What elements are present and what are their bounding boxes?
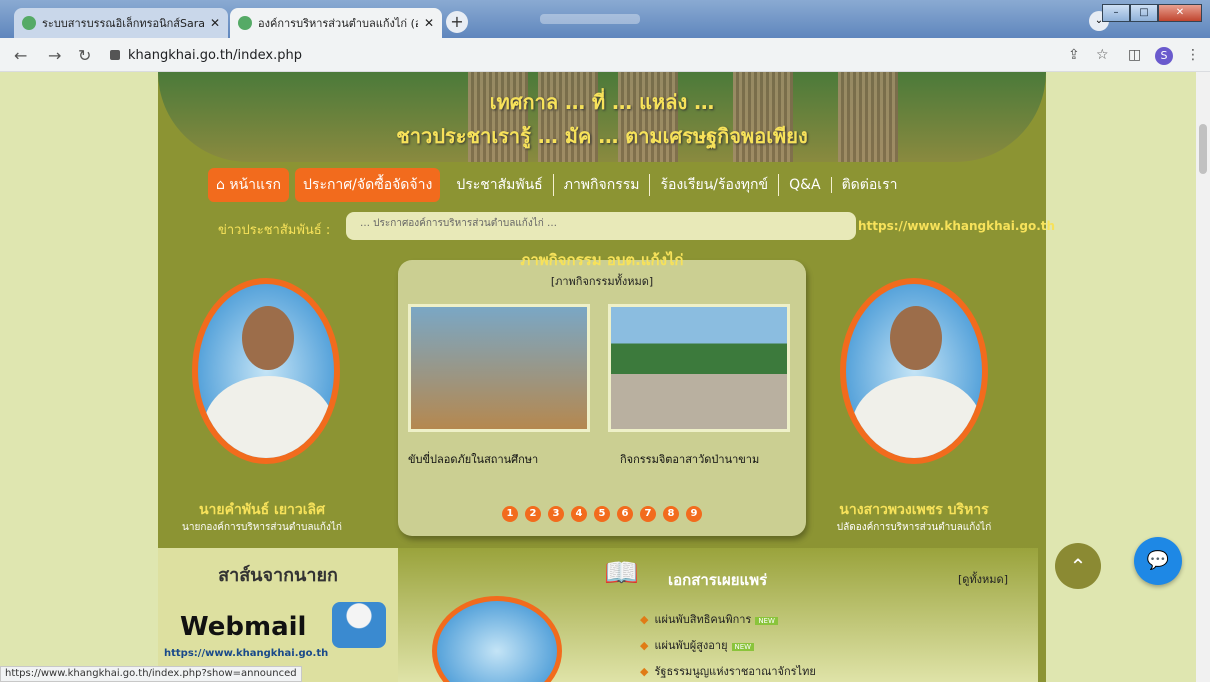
address-bar[interactable]: khangkhai.go.th/index.php [110, 44, 1050, 66]
diamond-bullet-icon: ◆ [640, 639, 649, 652]
new-tab-button[interactable]: + [446, 11, 468, 33]
site-url-link[interactable]: https://www.khangkhai.go.th [858, 219, 1055, 233]
new-badge: NEW [731, 643, 755, 651]
documents-title: เอกสารเผยแพร่ [668, 571, 768, 589]
window-title [540, 14, 640, 24]
documents-section: 📖 เอกสารเผยแพร่ [ดูทั้งหมด] ◆ แผ่นพับสิทธ… [398, 548, 1038, 682]
left-sidebar: สาส์นจากนายก Webmail https://www.khangkh… [158, 548, 398, 682]
news-label: ข่าวประชาสัมพันธ์ : [218, 223, 331, 238]
pager-page[interactable]: 2 [525, 506, 541, 522]
gallery-photo-1[interactable] [408, 304, 590, 432]
tab-label: องค์การบริหารส่วนตำบลแก้งไก่ (อบต.แ [258, 17, 418, 30]
list-item[interactable]: ◆ แผ่นพับผู้สูงอายุ NEW [640, 636, 816, 662]
activity-gallery: ภาพกิจกรรม อบต.แก้งไก่ [ภาพกิจกรรมทั้งหม… [398, 251, 806, 536]
staff-portrait[interactable] [432, 596, 562, 682]
news-ticker-row: ข่าวประชาสัมพันธ์ : … ประกาศองค์การบริหา… [218, 211, 1055, 241]
webmail-url[interactable]: https://www.khangkhai.go.th [164, 648, 328, 659]
site-container: เทศกาล … ที่ … แหล่ง … ชาวประชาเรารู้ … … [158, 72, 1055, 682]
open-book-icon: 📖 [604, 556, 639, 589]
pager-page[interactable]: 8 [663, 506, 679, 522]
forward-icon[interactable]: → [48, 46, 61, 65]
scroll-thumb[interactable] [1199, 124, 1207, 174]
tab-strip: ระบบสารบรรณอิเล็กทรอนิกส์Saraban ✕ องค์ก… [0, 0, 1210, 38]
banner-slogan-line1: เทศกาล … ที่ … แหล่ง … [489, 90, 715, 114]
pager-page[interactable]: 5 [594, 506, 610, 522]
nav-contact[interactable]: ติดต่อเรา [832, 174, 908, 196]
banner-slogan-line2: ชาวประชาเรารู้ … มัค … ตามเศรษฐกิจพอเพีย… [396, 124, 808, 148]
gallery-photo-2[interactable] [608, 304, 790, 432]
chat-button[interactable]: 💬 [1134, 537, 1182, 585]
mayor-portrait[interactable] [192, 278, 340, 464]
nav-qa[interactable]: Q&A [779, 177, 832, 193]
close-window-button[interactable]: ✕ [1158, 4, 1202, 22]
side-panel-icon[interactable]: ◫ [1128, 47, 1141, 63]
address-text: khangkhai.go.th/index.php [128, 47, 302, 63]
gallery-title: ภาพกิจกรรม อบต.แก้งไก่ [520, 251, 684, 269]
maximize-button[interactable]: □ [1130, 4, 1158, 22]
clerk-role: ปลัดองค์การบริหารส่วนตำบลแก้งไก่ [836, 522, 992, 533]
window-controls: – □ ✕ [1102, 4, 1202, 22]
list-item[interactable]: ◆ รัฐธรรมนูญแห่งราชอาณาจักรไทย [640, 662, 816, 682]
pager-page[interactable]: 4 [571, 506, 587, 522]
home-icon: ⌂ [216, 177, 230, 193]
nav-home[interactable]: ⌂ หน้าแรก [208, 168, 290, 202]
mayor-role: นายกองค์การบริหารส่วนตำบลแก้งไก่ [182, 522, 342, 533]
browser-tab-saraban[interactable]: ระบบสารบรรณอิเล็กทรอนิกส์Saraban ✕ [14, 8, 228, 38]
reload-icon[interactable]: ↻ [78, 46, 91, 65]
clerk-portrait[interactable] [840, 278, 988, 464]
documents-view-all-link[interactable]: [ดูทั้งหมด] [958, 570, 1008, 588]
list-item[interactable]: ◆ แผ่นพับสิทธิคนพิการ NEW [640, 610, 816, 636]
status-bar-url: https://www.khangkhai.go.th/index.php?sh… [0, 666, 302, 682]
lock-icon [110, 50, 120, 60]
gallery-caption-1[interactable]: ขับขี่ปลอดภัยในสถานศึกษา [408, 450, 608, 468]
main-nav: ⌂ หน้าแรก ประกาศ/จัดซื้อจัดจ้าง ประชาสัม… [208, 168, 908, 202]
minimize-button[interactable]: – [1102, 4, 1130, 22]
new-badge: NEW [755, 617, 778, 625]
menu-kebab-icon[interactable]: ⋮ [1186, 47, 1200, 63]
documents-list: ◆ แผ่นพับสิทธิคนพิการ NEW ◆ แผ่นพับผู้สูงอา… [640, 610, 816, 682]
site-banner: เทศกาล … ที่ … แหล่ง … ชาวประชาเรารู้ … … [158, 72, 1046, 162]
clerk-name: นางสาวพวงเพชร บริหาร [839, 502, 989, 518]
gallery-caption-2[interactable]: กิจกรรมจิตอาสาวัดป่านาขาม [620, 450, 820, 468]
browser-toolbar: ← → ↻ khangkhai.go.th/index.php ⇪ ☆ ◫ S … [0, 38, 1210, 72]
diamond-bullet-icon: ◆ [640, 613, 649, 626]
profile-avatar[interactable]: S [1155, 47, 1173, 65]
nav-public-relations[interactable]: ประชาสัมพันธ์ [446, 174, 554, 196]
pager-page[interactable]: 7 [640, 506, 656, 522]
browser-tab-khangkhai[interactable]: องค์การบริหารส่วนตำบลแก้งไก่ (อบต.แ ✕ [230, 8, 442, 38]
mayor-name: นายคำพันธ์ เยาวเลิศ [198, 502, 326, 518]
page-scrollbar[interactable] [1196, 72, 1210, 682]
mayor-message-title[interactable]: สาส์นจากนายก [158, 560, 398, 589]
pager-page[interactable]: 1 [502, 506, 518, 522]
tab-label: ระบบสารบรรณอิเล็กทรอนิกส์Saraban [42, 17, 204, 30]
news-ticker[interactable]: … ประกาศองค์การบริหารส่วนตำบลแก้งไก่ … [346, 212, 856, 240]
site-favicon-icon [22, 16, 36, 30]
nav-announcements[interactable]: ประกาศ/จัดซื้อจัดจ้าง [295, 168, 441, 202]
share-icon[interactable]: ⇪ [1068, 47, 1080, 63]
webmail-icon[interactable] [332, 602, 386, 648]
pager-page[interactable]: 9 [686, 506, 702, 522]
page-viewport: เทศกาล … ที่ … แหล่ง … ชาวประชาเรารู้ … … [0, 72, 1196, 682]
diamond-bullet-icon: ◆ [640, 665, 649, 678]
gallery-view-all-link[interactable]: [ภาพกิจกรรมทั้งหมด] [398, 272, 806, 290]
webmail-link[interactable]: Webmail [180, 612, 306, 642]
scroll-to-top-button[interactable]: ⌃ [1055, 543, 1101, 589]
pager-page[interactable]: 6 [617, 506, 633, 522]
close-icon[interactable]: ✕ [210, 16, 220, 30]
back-icon[interactable]: ← [14, 46, 27, 65]
gallery-pager: 1 2 3 4 5 6 7 8 9 [502, 506, 709, 522]
pager-page[interactable]: 3 [548, 506, 564, 522]
site-favicon-icon [238, 16, 252, 30]
bookmark-star-icon[interactable]: ☆ [1096, 47, 1109, 63]
close-icon[interactable]: ✕ [424, 16, 434, 30]
nav-complaints[interactable]: ร้องเรียน/ร้องทุกข์ [650, 174, 780, 196]
nav-activities[interactable]: ภาพกิจกรรม [554, 174, 651, 196]
